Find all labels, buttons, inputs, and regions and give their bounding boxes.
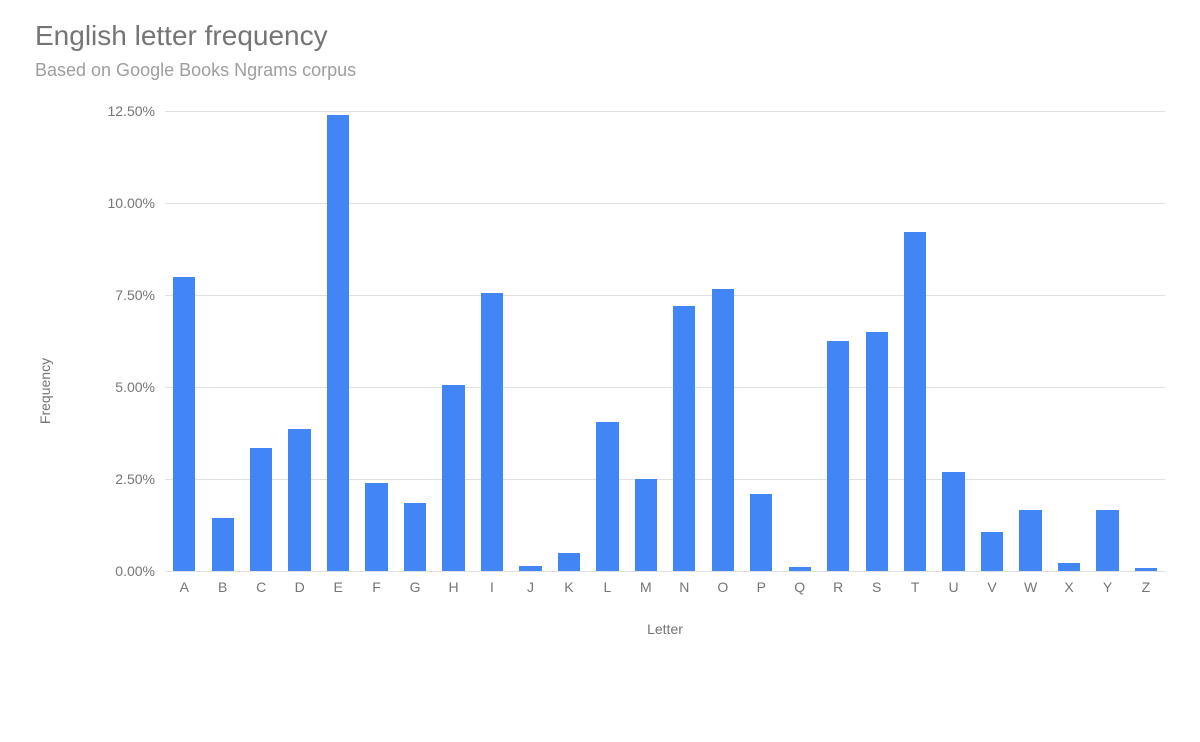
bar-slot [280,111,318,571]
bar [288,429,310,571]
bar-slot [819,111,857,571]
bar-slot [1127,111,1165,571]
x-tick-label: I [473,571,511,595]
x-tick-label: X [1050,571,1088,595]
bar-slot [357,111,395,571]
bar-slot [742,111,780,571]
bar [1096,510,1118,571]
x-tick-label: Z [1127,571,1165,595]
bar-slot [627,111,665,571]
x-tick-label: R [819,571,857,595]
x-tick-label: P [742,571,780,595]
bar-slot [704,111,742,571]
y-tick-label: 12.50% [108,103,165,119]
y-tick-label: 2.50% [115,471,165,487]
bar-slot [934,111,972,571]
bar-slot [242,111,280,571]
x-tick-label: A [165,571,203,595]
bar-slot [973,111,1011,571]
x-tick-label: V [973,571,1011,595]
bar [904,232,926,571]
bar [173,277,195,571]
bar-slot [511,111,549,571]
y-axis-label: Frequency [37,358,53,424]
bar-slot [319,111,357,571]
x-tick-label: Y [1088,571,1126,595]
bar-slot [165,111,203,571]
bar-slot [550,111,588,571]
bar-slot [434,111,472,571]
x-tick-label: T [896,571,934,595]
bar [327,115,349,571]
x-tick-label: J [511,571,549,595]
bar [673,306,695,571]
bars-group [165,111,1165,571]
x-tick-label: G [396,571,434,595]
bar [596,422,618,571]
bar-slot [1088,111,1126,571]
x-tick-label: W [1011,571,1049,595]
bar-slot [1011,111,1049,571]
bar [942,472,964,571]
x-tick-label: K [550,571,588,595]
x-tick-label: S [857,571,895,595]
x-tick-label: N [665,571,703,595]
bar-slot [857,111,895,571]
x-axis-label: Letter [165,621,1165,637]
bar [866,332,888,571]
x-tick-label: M [627,571,665,595]
bar-slot [896,111,934,571]
y-tick-label: 0.00% [115,563,165,579]
x-tick-label: U [934,571,972,595]
bar-slot [473,111,511,571]
plot-area: Frequency 0.00%2.50%5.00%7.50%10.00%12.5… [55,111,1165,671]
chart-subtitle: Based on Google Books Ngrams corpus [35,60,1165,81]
bar [558,553,580,571]
x-tick-label: H [434,571,472,595]
bar [827,341,849,571]
bar-slot [396,111,434,571]
bar [712,289,734,571]
bar-slot [665,111,703,571]
chart-container: English letter frequency Based on Google… [35,20,1165,671]
plot-inner: 0.00%2.50%5.00%7.50%10.00%12.50% [165,111,1165,571]
y-tick-label: 10.00% [108,195,165,211]
x-tick-label: C [242,571,280,595]
bar [442,385,464,571]
x-tick-label: L [588,571,626,595]
bar [1019,510,1041,571]
chart-title: English letter frequency [35,20,1165,52]
x-tick-label: D [280,571,318,595]
bar-slot [588,111,626,571]
bar [635,479,657,571]
bar [750,494,772,571]
bar-slot [1050,111,1088,571]
bar [981,532,1003,571]
bar-slot [781,111,819,571]
y-tick-label: 7.50% [115,287,165,303]
x-tick-label: O [704,571,742,595]
y-tick-label: 5.00% [115,379,165,395]
bar [404,503,426,571]
bar [212,518,234,571]
bar-slot [203,111,241,571]
bar [481,293,503,571]
bar [365,483,387,571]
bar [250,448,272,571]
x-tick-label: E [319,571,357,595]
x-axis: ABCDEFGHIJKLMNOPQRSTUVWXYZ [165,571,1165,595]
x-tick-label: B [203,571,241,595]
x-tick-label: Q [781,571,819,595]
x-tick-label: F [357,571,395,595]
bar [1058,563,1080,571]
